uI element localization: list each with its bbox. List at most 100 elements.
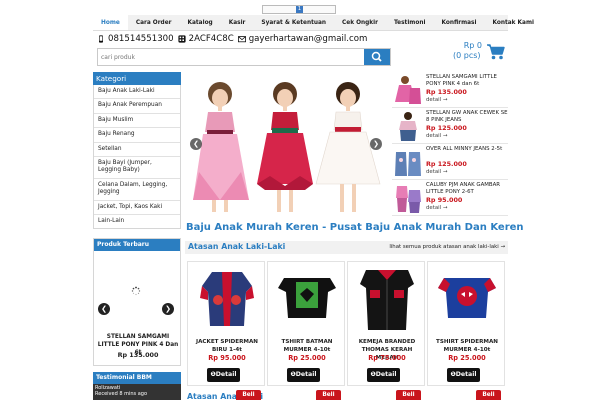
section-header: Atasan Anak Laki-Laki lihat semua produk…	[185, 241, 508, 254]
contact-email[interactable]: gayerhartawan@gmail.com	[249, 34, 368, 44]
product-card-row2: Beli	[187, 390, 265, 400]
sidebar-item-baju-anak-perempuan[interactable]: Baju Anak Perempuan	[94, 99, 180, 114]
contact-info: 081514551300 2ACF4C8C gayerhartawan@gmai…	[97, 33, 371, 45]
testimonial-bbm-widget: Testimonial BBM Rolizawati Received 8 mi…	[93, 372, 181, 400]
sidebar-item-celana-dalam[interactable]: Celana Dalam, Legging, Jegging	[94, 179, 180, 201]
nav-katalog[interactable]: Katalog	[180, 15, 221, 30]
list-item[interactable]: STELLAN GW ANAK CEWEK SE 8 PINK JEANS Rp…	[392, 108, 508, 144]
product-card-row2: Beli	[267, 390, 345, 400]
nav-home[interactable]: Home	[93, 15, 128, 30]
product-card[interactable]: TSHIRT BATMAN MURMER 4-10t Rp 25.000 ❶De…	[267, 261, 345, 386]
nav-syarat-ketentuan[interactable]: Syarat & Ketentuan	[253, 15, 334, 30]
produk-terbaru-price: Rp 135.000	[117, 351, 159, 359]
mini-product-detail-link[interactable]: detail →	[426, 97, 447, 103]
search-bar	[97, 48, 391, 66]
detail-button[interactable]: ❶Detail	[287, 368, 320, 382]
page-indicator-icon[interactable]: 1	[296, 6, 303, 13]
featured-mini-list: STELLAN SAMGAMI LITTLE PONY PINK 4 dan 6…	[392, 72, 508, 216]
slider-next-button[interactable]: ❯	[370, 138, 382, 150]
sidebar-item-setellan[interactable]: Setellan	[94, 143, 180, 158]
list-item[interactable]: STELLAN SAMGAMI LITTLE PONY PINK 4 dan 6…	[392, 72, 508, 108]
product-thumbnail	[393, 110, 423, 142]
product-card[interactable]: KEMEJA BRANDED THOMAS KERAH MERAH Rp 75.…	[347, 261, 425, 386]
list-item[interactable]: OVER ALL MINNY JEANS 2-5t Rp 125.000 det…	[392, 144, 508, 180]
detail-button-label: Detail	[295, 371, 317, 378]
chevron-left-icon: ❮	[193, 140, 199, 148]
sidebar-item-baju-bayi[interactable]: Baju Bayi (Jumper, Legging Baby)	[94, 157, 180, 179]
nav-testimoni[interactable]: Testimoni	[386, 15, 433, 30]
hero-slider-image	[185, 72, 388, 215]
buy-button[interactable]: Beli	[236, 390, 261, 400]
produk-terbaru-next-button[interactable]: ❯	[162, 303, 174, 315]
sidebar-item-baju-renang[interactable]: Baju Renang	[94, 128, 180, 143]
buy-button[interactable]: Beli	[476, 390, 501, 400]
product-card-row2: Beli	[347, 390, 425, 400]
mini-product-detail-link[interactable]: detail →	[426, 133, 447, 139]
sidebar-item-baju-muslim[interactable]: Baju Muslim	[94, 114, 180, 129]
sidebar-item-baju-anak-laki-laki[interactable]: Baju Anak Laki-Laki	[94, 85, 180, 100]
search-input[interactable]	[101, 52, 361, 63]
category-list: Baju Anak Laki-Laki Baju Anak Perempuan …	[93, 85, 181, 230]
cart-widget[interactable]: Rp 0 (0 pcs)	[440, 40, 508, 65]
chevron-right-icon: ❯	[165, 305, 171, 313]
main-nav: Home Cara Order Katalog Kasir Syarat & K…	[93, 15, 534, 31]
buy-button[interactable]: Beli	[396, 390, 421, 400]
produk-terbaru-title: Produk Terbaru	[94, 239, 180, 251]
mini-product-price: Rp 95.000	[426, 196, 463, 204]
sidebar-item-jacket[interactable]: Jacket, Topi, Kaos Kaki	[94, 201, 180, 216]
mini-product-detail-link[interactable]: detail →	[426, 169, 447, 175]
detail-button[interactable]: ❶Detail	[447, 368, 480, 382]
product-price: Rp 25.000	[448, 354, 486, 362]
product-image	[356, 264, 418, 334]
top-page-strip: 1	[262, 5, 336, 14]
product-thumbnail	[393, 74, 423, 106]
product-price: Rp 25.000	[288, 354, 326, 362]
product-name[interactable]: JACKET SPIDERMAN BIRU 1-4t	[190, 338, 264, 354]
mini-product-name[interactable]: OVER ALL MINNY JEANS 2-5t	[426, 146, 508, 153]
mini-product-name[interactable]: STELLAN SAMGAMI LITTLE PONY PINK 4 dan 6…	[426, 74, 508, 88]
mini-product-price: Rp 135.000	[426, 88, 467, 96]
mini-product-price: Rp 125.000	[426, 124, 467, 132]
detail-button-label: Detail	[215, 371, 237, 378]
buy-button[interactable]: Beli	[316, 390, 341, 400]
phone-icon	[99, 35, 103, 43]
list-item[interactable]: CALUBY PJM ANAK GAMBAR LITTLE PONY 2-6T …	[392, 180, 508, 216]
nav-cara-order[interactable]: Cara Order	[128, 15, 180, 30]
category-sidebar: Kategori Baju Anak Laki-Laki Baju Anak P…	[93, 72, 181, 230]
detail-button[interactable]: ❶Detail	[367, 368, 400, 382]
mini-product-detail-link[interactable]: detail →	[426, 205, 447, 211]
nav-konfirmasi[interactable]: Konfirmasi	[433, 15, 484, 30]
search-button[interactable]	[364, 49, 390, 65]
detail-button-label: Detail	[375, 371, 397, 378]
detail-button[interactable]: ❶Detail	[207, 368, 240, 382]
mini-product-price: Rp 125.000	[426, 160, 467, 168]
slider-prev-button[interactable]: ❮	[190, 138, 202, 150]
loading-spinner-icon	[131, 286, 141, 296]
product-card[interactable]: TSHIRT SPIDERMAN MURMER 4-10t Rp 25.000 …	[427, 261, 505, 386]
nav-cek-ongkir[interactable]: Cek Ongkir	[334, 15, 386, 30]
product-thumbnail	[393, 146, 423, 178]
produk-terbaru-prev-button[interactable]: ❮	[98, 303, 110, 315]
shopping-cart-icon	[487, 44, 505, 60]
product-image	[436, 264, 498, 334]
testimonial-bbm-title: Testimonial BBM	[93, 372, 181, 384]
hero-slider[interactable]: ❮ ❯	[185, 72, 388, 215]
product-price: Rp 95.000	[208, 354, 246, 362]
contact-pin: 2ACF4C8C	[188, 34, 234, 44]
product-card[interactable]: JACKET SPIDERMAN BIRU 1-4t Rp 95.000 ❶De…	[187, 261, 265, 386]
product-price: Rp 75.000	[368, 354, 406, 362]
mini-product-name[interactable]: CALUBY PJM ANAK GAMBAR LITTLE PONY 2-6T	[426, 182, 508, 196]
product-image	[276, 264, 338, 334]
product-image	[196, 264, 258, 334]
nav-kasir[interactable]: Kasir	[221, 15, 254, 30]
product-name[interactable]: TSHIRT SPIDERMAN MURMER 4-10t	[430, 338, 504, 354]
produk-terbaru-widget: Produk Terbaru ❮ ❯ STELLAN SAMGAMI LITTL…	[93, 238, 181, 366]
chevron-right-icon: ❯	[373, 140, 379, 148]
product-name[interactable]: TSHIRT BATMAN MURMER 4-10t	[270, 338, 344, 354]
sidebar-item-lain-lain[interactable]: Lain-Lain	[94, 215, 180, 228]
nav-kontak-kami[interactable]: Kontak Kami	[485, 15, 543, 30]
sidebar-title: Kategori	[93, 72, 181, 85]
mini-product-name[interactable]: STELLAN GW ANAK CEWEK SE 8 PINK JEANS	[426, 110, 508, 124]
section-view-all-link[interactable]: lihat semua produk atasan anak laki-laki…	[389, 244, 505, 250]
product-thumbnail	[393, 182, 423, 214]
